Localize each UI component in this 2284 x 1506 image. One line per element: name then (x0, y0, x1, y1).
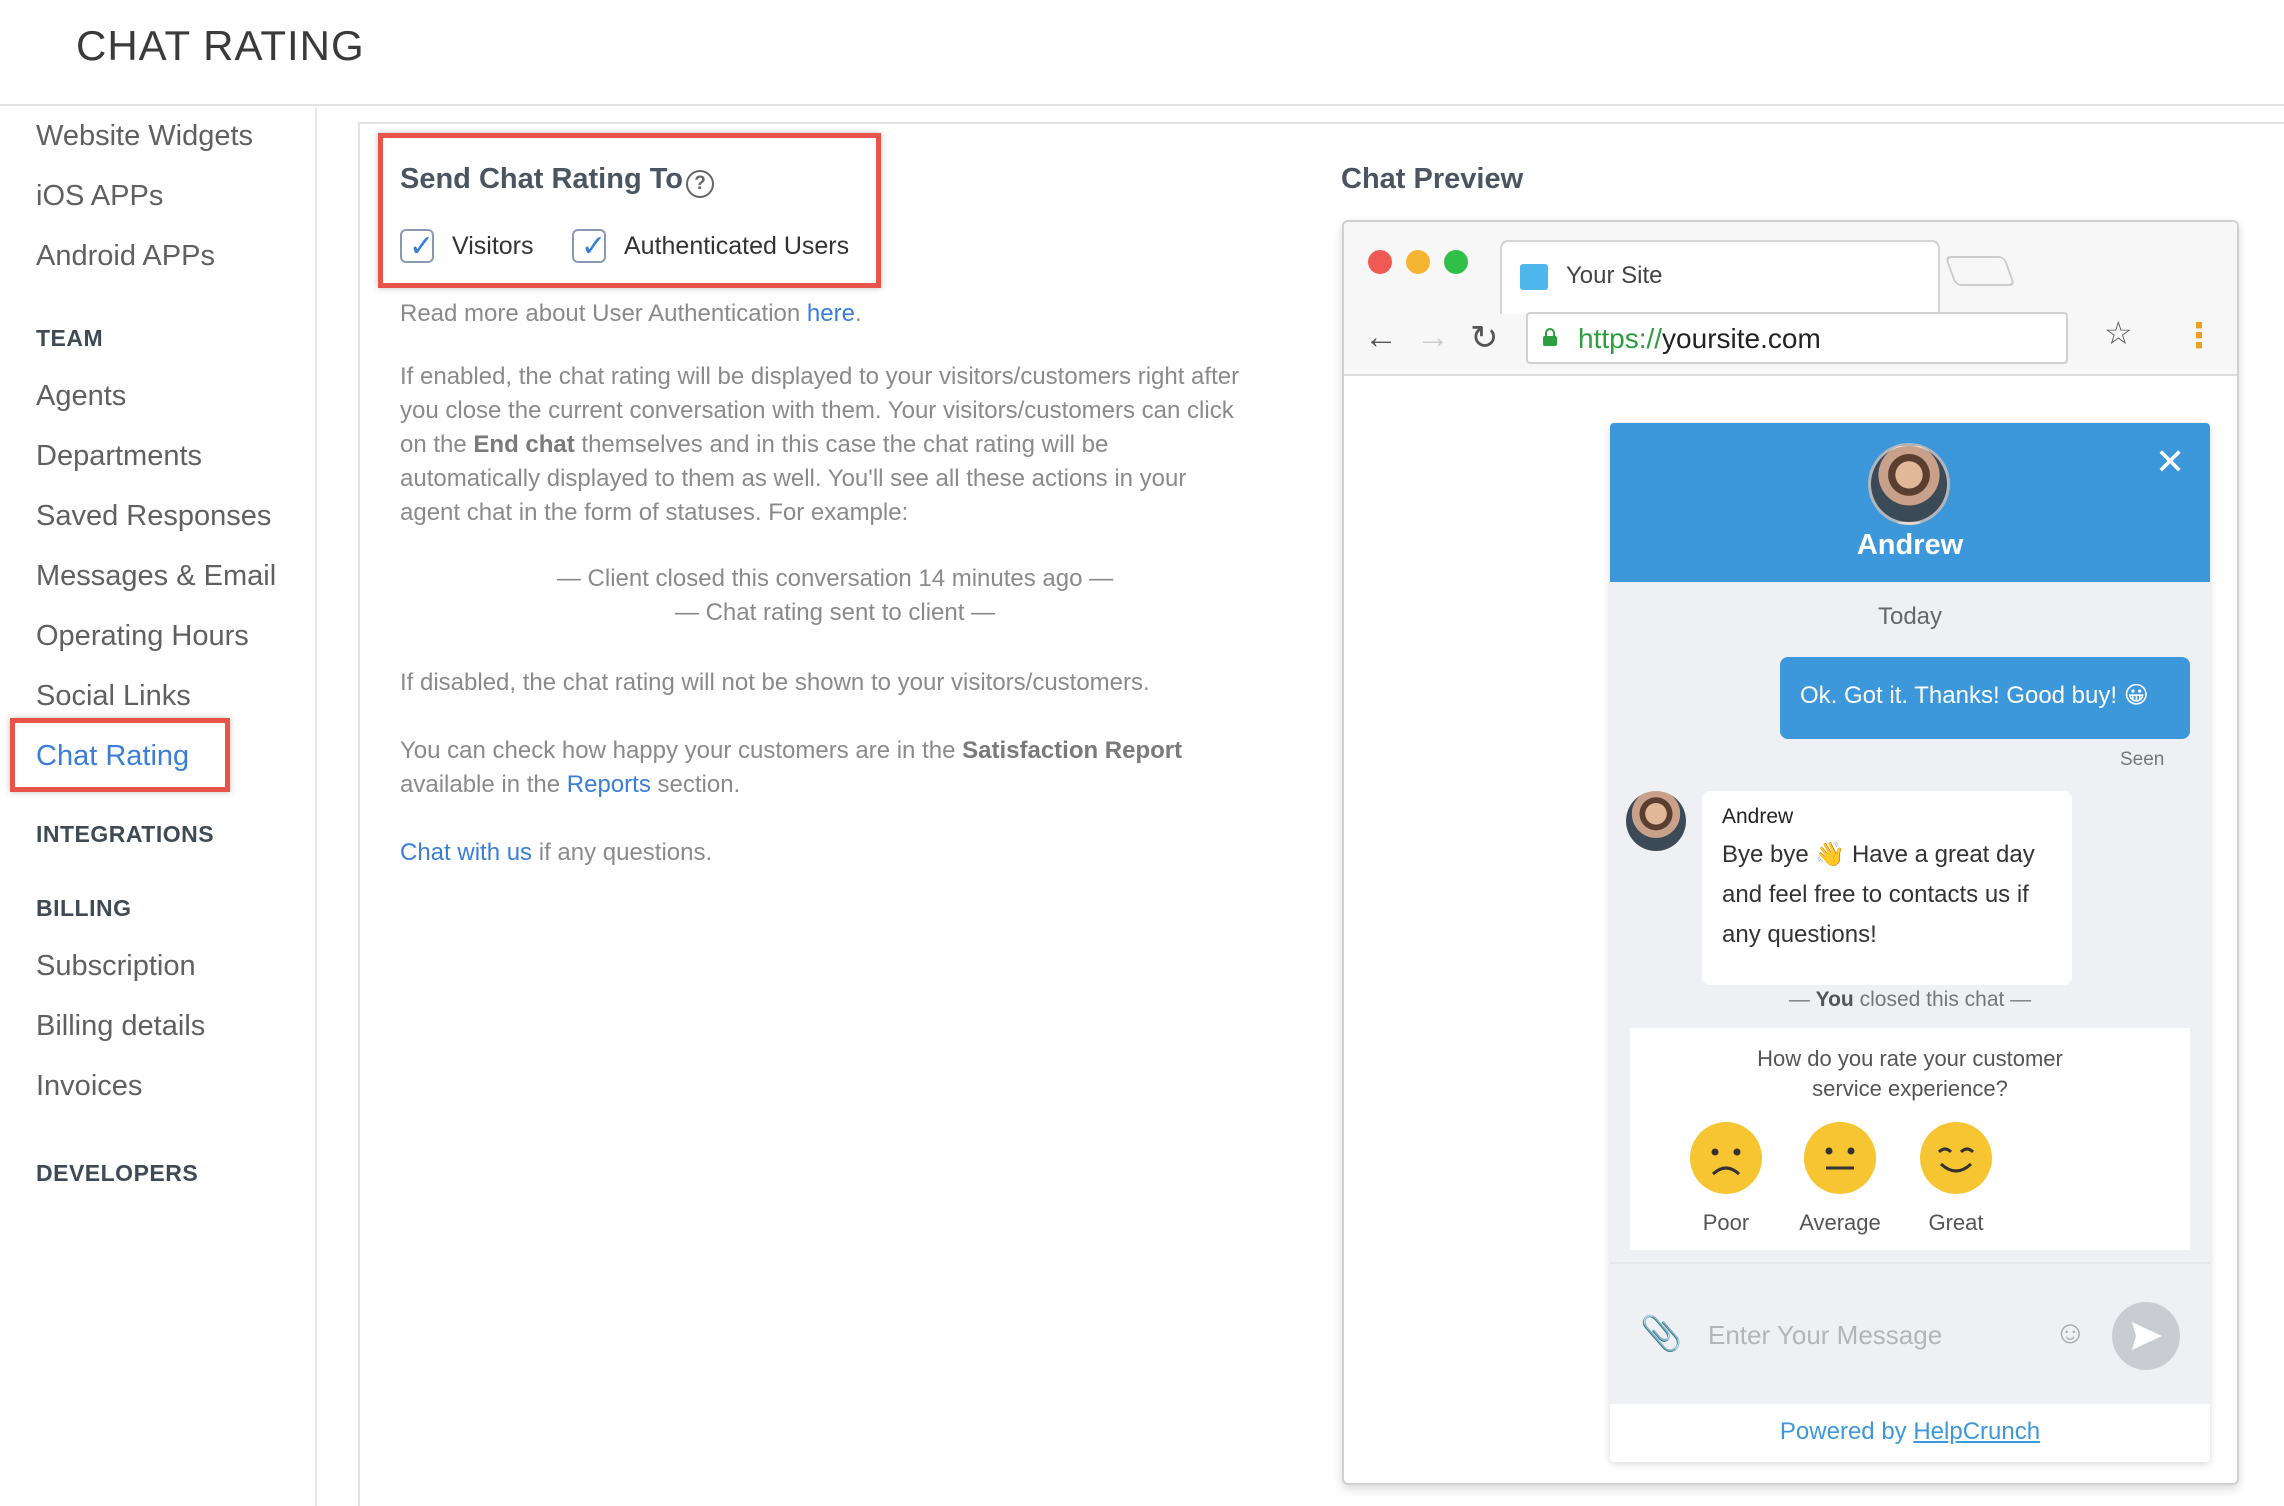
widget-header: Andrew ✕ (1610, 423, 2210, 582)
maximize-dot-icon (1444, 250, 1468, 274)
closed-actor: You (1815, 988, 1854, 1011)
preview-title: Chat Preview (1341, 163, 1524, 195)
sidebar-item-website-widgets[interactable]: Website Widgets (36, 120, 253, 153)
closed-suffix: closed this chat — (1853, 988, 2032, 1011)
message-text: Bye bye 👋 Have a great day and feel free… (1722, 841, 2035, 948)
outgoing-message: Ok. Got it. Thanks! Good buy! 😀 (1780, 657, 2190, 739)
sidebar: Website Widgets iOS APPs Android APPs TE… (0, 108, 317, 1506)
poor-face-icon[interactable] (1690, 1122, 1762, 1194)
emoji-icon[interactable]: ☺ (2054, 1314, 2087, 1351)
sidebar-item-messages-email[interactable]: Messages & Email (36, 560, 276, 593)
sidebar-section-billing: BILLING (36, 895, 132, 921)
send-icon (2132, 1322, 2162, 1350)
lock-icon (1543, 328, 1557, 346)
close-dot-icon (1368, 250, 1392, 274)
closed-prefix: — (1788, 988, 1816, 1011)
average-label: Average (1799, 1210, 1881, 1235)
sidebar-item-saved-responses[interactable]: Saved Responses (36, 500, 271, 533)
attachment-icon[interactable]: 📎 (1640, 1314, 1682, 1354)
sidebar-section-developers[interactable]: DEVELOPERS (36, 1160, 198, 1187)
average-face-icon[interactable] (1804, 1122, 1876, 1194)
agent-name: Andrew (1856, 529, 1964, 561)
sidebar-item-social-links[interactable]: Social Links (36, 680, 191, 713)
sidebar-item-subscription[interactable]: Subscription (36, 950, 196, 983)
powered-by: Powered by HelpCrunch (1610, 1404, 2210, 1462)
page-title: CHAT RATING (76, 22, 365, 69)
chat-closed-status: — You closed this chat — (1610, 988, 2210, 1012)
minimize-dot-icon (1406, 250, 1430, 274)
bookmark-star-icon[interactable]: ☆ (2104, 314, 2133, 352)
url-text: https://yoursite.com (1578, 323, 1821, 355)
chat-with-us-text: Chat with us if any questions. (400, 836, 1250, 870)
enabled-description: If enabled, the chat rating will be disp… (400, 360, 1250, 530)
chat-rating-highlight (10, 718, 230, 792)
forward-arrow-icon[interactable]: → (1416, 318, 1450, 357)
example-status-1: — Client closed this conversation 14 min… (556, 565, 1114, 592)
read-more-suffix: . (854, 300, 862, 327)
sidebar-item-agents[interactable]: Agents (36, 380, 126, 413)
satisfaction-report-term: Satisfaction Report (962, 737, 1183, 764)
message-sender: Andrew (1722, 805, 1794, 828)
close-icon[interactable]: ✕ (2155, 441, 2185, 483)
helpcrunch-link[interactable]: HelpCrunch (1913, 1418, 2040, 1445)
sidebar-item-ios-apps[interactable]: iOS APPs (36, 180, 163, 213)
great-face-icon[interactable] (1920, 1122, 1992, 1194)
authentication-here-link[interactable]: here (807, 300, 855, 327)
rating-card: How do you rate your customer service ex… (1630, 1028, 2190, 1250)
chat-with-us-suffix: if any questions. (532, 839, 713, 866)
disabled-description: If disabled, the chat rating will not be… (400, 669, 1150, 696)
message-input[interactable]: Enter Your Message (1708, 1320, 1942, 1351)
sidebar-item-operating-hours[interactable]: Operating Hours (36, 620, 249, 653)
url-protocol: https:// (1578, 323, 1663, 354)
poor-label: Poor (1702, 1210, 1750, 1235)
back-arrow-icon[interactable]: ← (1364, 318, 1398, 357)
browser-tab[interactable]: Your Site (1500, 240, 1940, 314)
new-tab-icon[interactable] (1944, 256, 2016, 286)
read-more-prefix: Read more about User Authentication (400, 300, 807, 327)
example-status-2: — Chat rating sent to client — (674, 599, 996, 626)
sidebar-item-billing-details[interactable]: Billing details (36, 1010, 205, 1043)
message-composer: 📎 Enter Your Message ☺ (1610, 1262, 2210, 1402)
rating-question: How do you rate your customer service ex… (1757, 1046, 2063, 1101)
send-to-highlight (378, 133, 881, 288)
page-header: CHAT RATING (0, 0, 2284, 106)
satisfaction-report-text: You can check how happy your customers a… (400, 734, 1250, 802)
favicon-icon (1520, 264, 1548, 290)
sidebar-item-android-apps[interactable]: Android APPs (36, 240, 215, 273)
powered-prefix: Powered by (1779, 1418, 1914, 1445)
seen-status: Seen (2120, 749, 2165, 770)
end-chat-term: End chat (473, 431, 575, 458)
tab-title: Your Site (1566, 262, 1663, 289)
great-label: Great (1928, 1210, 1984, 1235)
sidebar-section-integrations[interactable]: INTEGRATIONS (36, 821, 214, 848)
reload-icon[interactable]: ↻ (1470, 318, 1499, 358)
incoming-message: Andrew Bye bye 👋 Have a great day and fe… (1702, 791, 2072, 985)
sidebar-item-departments[interactable]: Departments (36, 440, 202, 473)
sidebar-section-team: TEAM (36, 325, 104, 351)
read-more-text: Read more about User Authentication here… (400, 297, 1250, 331)
day-separator: Today (1877, 603, 1943, 630)
browser-toolbar: Your Site ← → ↻ https://yoursite.com ☆ ⋮ (1344, 222, 2237, 376)
sidebar-item-invoices[interactable]: Invoices (36, 1070, 142, 1103)
send-button[interactable] (2112, 1302, 2180, 1370)
para3-end: section. (650, 771, 741, 798)
browser-menu-icon[interactable]: ⋮ (2182, 316, 2216, 356)
para3-start: You can check how happy your customers a… (400, 737, 963, 764)
url-host: yoursite.com (1662, 323, 1821, 354)
reports-link[interactable]: Reports (567, 771, 651, 798)
agent-avatar (1868, 443, 1950, 525)
para3-middle: available in the (400, 771, 567, 798)
message-avatar (1626, 791, 1686, 851)
address-bar[interactable]: https://yoursite.com (1526, 312, 2068, 364)
chat-widget: Andrew ✕ Today Ok. Got it. Thanks! Good … (1610, 423, 2210, 1462)
chat-with-us-link[interactable]: Chat with us (400, 839, 532, 866)
